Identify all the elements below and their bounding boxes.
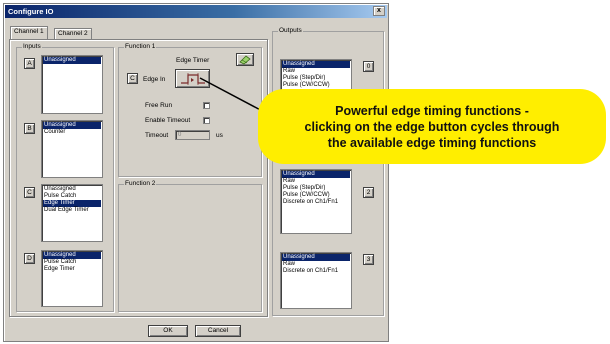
callout-text: Powerful edge timing functions - clickin… bbox=[305, 103, 560, 151]
callout-line-1: Powerful edge timing functions - bbox=[335, 103, 529, 118]
tab-channel-1[interactable]: Channel 1 bbox=[10, 26, 48, 39]
callout-line-2: clicking on the edge button cycles throu… bbox=[304, 119, 560, 134]
callout-pointer bbox=[199, 77, 269, 115]
tab-label: Channel 1 bbox=[14, 28, 44, 35]
callout-line-3: the available edge timing functions bbox=[327, 135, 537, 150]
callout-bubble: Powerful edge timing functions - clickin… bbox=[258, 89, 606, 164]
